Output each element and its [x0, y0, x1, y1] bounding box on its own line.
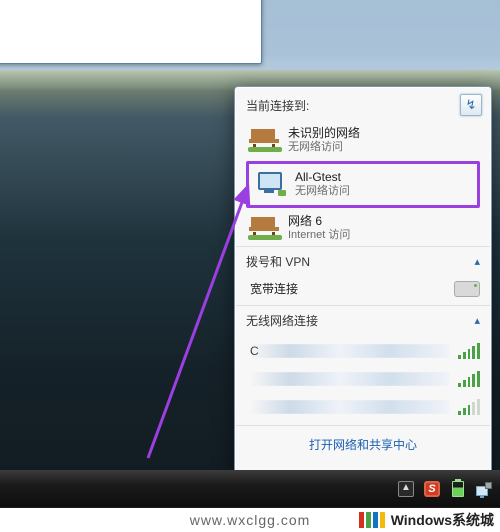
bench-icon [248, 126, 280, 154]
connection-name: 未识别的网络 [288, 126, 360, 141]
connection-item-unknown[interactable]: 未识别的网络 无网络访问 [244, 122, 482, 159]
connection-status: 无网络访问 [295, 185, 350, 199]
wifi-item[interactable] [248, 365, 482, 393]
system-tray: ▲ [398, 470, 496, 508]
flyout-header: 当前连接到: ↯ [236, 88, 490, 120]
chevron-up-icon: ▴ [474, 314, 480, 327]
wifi-list: C [236, 335, 490, 425]
section-label: 无线网络连接 [246, 312, 474, 329]
signal-icon [458, 343, 480, 359]
current-connections-list: 未识别的网络 无网络访问 All-Gtest 无网络访问 [236, 120, 490, 246]
connection-item-all-gtest[interactable]: All-Gtest 无网络访问 [251, 166, 475, 203]
bench-icon [248, 214, 280, 242]
signal-icon [458, 371, 480, 387]
wifi-ssid [250, 372, 450, 386]
ime-sogou-icon[interactable] [424, 481, 440, 497]
connection-status: 无网络访问 [288, 141, 360, 155]
open-network-center-link[interactable]: 打开网络和共享中心 [309, 438, 417, 452]
section-dial-vpn[interactable]: 拨号和 VPN ▴ [236, 246, 490, 276]
signal-icon [458, 399, 480, 415]
annotation-highlight-box: All-Gtest 无网络访问 [246, 161, 480, 208]
network-tray-icon[interactable] [476, 481, 492, 497]
wifi-item[interactable]: C [248, 337, 482, 365]
wifi-ssid: C [250, 344, 450, 358]
chevron-up-icon: ▴ [474, 255, 480, 268]
watermark-brand: Windows系统城 [391, 510, 494, 530]
computer-icon [255, 170, 287, 198]
dial-item-label: 宽带连接 [250, 280, 444, 297]
connection-status: Internet 访问 [288, 229, 350, 243]
network-flyout: 当前连接到: ↯ 未识别的网络 无网络访问 [234, 86, 492, 486]
flyout-footer: 打开网络和共享中心 [236, 425, 490, 463]
connection-item-network6[interactable]: 网络 6 Internet 访问 [244, 210, 482, 247]
screenshot-stage: { "flyout": { "header_title": "当前连接到:", … [0, 0, 500, 532]
tray-overflow-button[interactable]: ▲ [398, 481, 414, 497]
modem-icon [454, 281, 480, 297]
background-window-corner [0, 0, 262, 64]
watermark-strip: www.wxclgg.com Windows系统城 [0, 508, 500, 532]
connection-name: 网络 6 [288, 214, 350, 229]
section-wifi[interactable]: 无线网络连接 ▴ [236, 305, 490, 335]
connection-texts: 网络 6 Internet 访问 [288, 214, 350, 243]
watermark-url: www.wxclgg.com [190, 512, 311, 528]
section-label: 拨号和 VPN [246, 253, 474, 270]
flyout-title: 当前连接到: [246, 97, 460, 114]
refresh-icon: ↯ [466, 97, 477, 113]
refresh-button[interactable]: ↯ [460, 94, 482, 116]
windows-logo-icon [359, 512, 385, 528]
battery-icon[interactable] [450, 481, 466, 497]
wifi-item[interactable] [248, 393, 482, 421]
wifi-ssid [250, 400, 450, 414]
connection-texts: 未识别的网络 无网络访问 [288, 126, 360, 155]
connection-name: All-Gtest [295, 170, 350, 185]
dial-item-broadband[interactable]: 宽带连接 [236, 276, 490, 305]
network-flyout-inner: 当前连接到: ↯ 未识别的网络 无网络访问 [235, 87, 491, 485]
taskbar: ▲ [0, 470, 500, 508]
connection-texts: All-Gtest 无网络访问 [295, 170, 350, 199]
